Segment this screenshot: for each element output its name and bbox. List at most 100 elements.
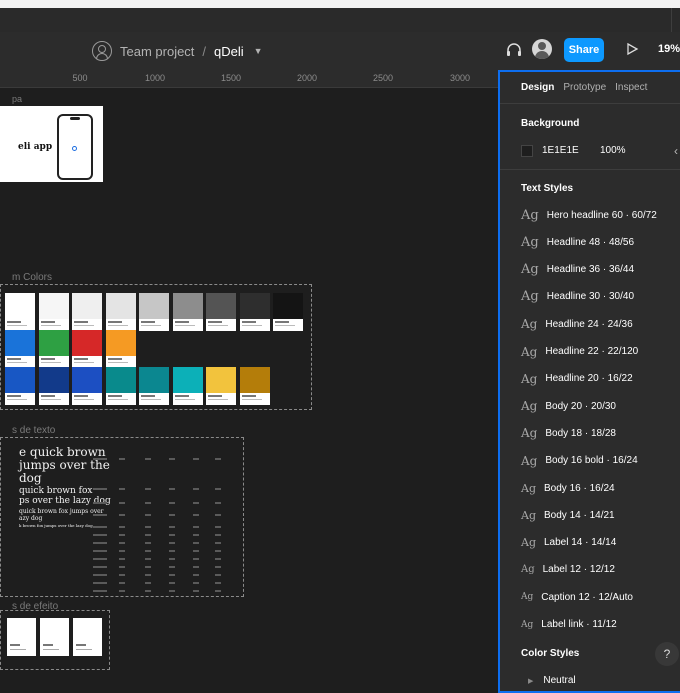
chevron-down-icon[interactable]: ▼	[254, 46, 263, 56]
type-spec-cell	[145, 526, 151, 528]
app-cover-frame[interactable]: eli app	[0, 106, 103, 182]
text-style-item[interactable]: Ag Caption 12 · 12/Auto	[521, 589, 633, 605]
zoom-level[interactable]: 19%	[658, 43, 680, 55]
present-icon[interactable]	[625, 42, 639, 56]
swatch-label-line	[208, 325, 228, 326]
color-swatch-card[interactable]	[38, 367, 69, 405]
type-spec-cell	[215, 502, 221, 504]
share-button[interactable]: Share	[564, 38, 604, 62]
design-canvas[interactable]: pa eli app m Colors s de texto e quick b…	[0, 88, 498, 693]
color-swatch-card[interactable]	[105, 293, 136, 331]
color-swatch-card[interactable]	[239, 367, 270, 405]
text-style-item[interactable]: Ag Body 16 bold · 16/24	[521, 453, 638, 469]
user-avatar[interactable]	[532, 39, 552, 59]
text-style-item[interactable]: Ag Headline 36 · 36/44	[521, 262, 634, 278]
color-swatch-card[interactable]	[5, 293, 35, 331]
color-swatch-card[interactable]	[139, 293, 169, 331]
swatch-label-line	[107, 325, 128, 326]
text-style-name: Headline 22 · 22/120	[545, 346, 639, 357]
tab-inspect[interactable]: Inspect	[615, 82, 647, 93]
text-style-item[interactable]: Ag Body 18 · 18/28	[521, 425, 616, 441]
ruler-tick: 1500	[220, 73, 242, 83]
type-spec-cell	[93, 590, 107, 592]
swatch-label-line	[40, 399, 61, 400]
frame-label-app[interactable]: pa	[12, 94, 22, 104]
text-style-item[interactable]: Ag Label 14 · 14/14	[521, 535, 616, 551]
text-style-preview-icon: Ag	[521, 481, 536, 495]
eye-icon[interactable]: ‹	[674, 144, 678, 158]
color-swatch-fill	[38, 330, 69, 356]
color-swatch-card[interactable]	[206, 293, 236, 331]
project-name[interactable]: Team project	[120, 44, 194, 59]
swatch-label-line	[241, 399, 262, 400]
color-swatch-card[interactable]	[38, 293, 69, 331]
color-swatch-fill	[5, 293, 35, 319]
type-spec-cell	[93, 558, 107, 560]
color-swatch-card[interactable]	[72, 330, 102, 368]
type-spec-cell	[193, 534, 199, 536]
help-button[interactable]: ?	[655, 642, 679, 666]
typography-frame[interactable]: e quick brown jumps over the dog quick b…	[0, 437, 244, 597]
swatch-label-line	[107, 399, 128, 400]
text-style-item[interactable]: Ag Headline 48 · 48/56	[521, 234, 634, 250]
color-swatch-card[interactable]	[72, 293, 102, 331]
file-name[interactable]: qDeli	[214, 44, 244, 59]
color-swatch-card[interactable]	[273, 293, 303, 331]
text-style-item[interactable]: Ag Label link · 11/12	[521, 617, 617, 633]
swatch-label-line	[40, 325, 61, 326]
text-style-preview-icon: Ag	[521, 592, 534, 603]
text-style-preview-icon: Ag	[521, 344, 538, 359]
color-swatch-card[interactable]	[172, 367, 203, 405]
text-style-item[interactable]: Ag Label 12 · 12/12	[521, 562, 615, 578]
color-swatch-card[interactable]	[38, 330, 69, 368]
frame-label-typography[interactable]: s de texto	[12, 425, 55, 436]
text-style-item[interactable]: Ag Body 14 · 14/21	[521, 507, 615, 523]
color-swatch-fill	[139, 293, 169, 319]
text-style-preview-icon: Ag	[521, 234, 539, 250]
swatch-label-line	[208, 399, 228, 400]
tab-prototype[interactable]: Prototype	[563, 82, 606, 93]
type-spec-cell	[169, 534, 175, 536]
text-style-preview-icon: Ag	[521, 619, 534, 630]
color-swatch-card[interactable]	[139, 367, 169, 405]
text-style-item[interactable]: Ag Headline 30 · 30/40	[521, 289, 634, 305]
background-hex-value[interactable]: 1E1E1E	[542, 145, 579, 156]
color-swatch-card[interactable]	[239, 293, 270, 331]
color-swatch-fill	[105, 330, 136, 356]
effects-frame[interactable]	[0, 610, 110, 670]
text-style-preview-icon: Ag	[521, 399, 538, 414]
type-spec-cell	[169, 488, 175, 490]
text-style-item[interactable]: Ag Body 16 · 16/24	[521, 480, 615, 496]
file-breadcrumb[interactable]: Team project / qDeli ▼	[92, 41, 263, 61]
color-swatch-card[interactable]	[5, 330, 35, 368]
text-style-item[interactable]: Ag Body 20 · 20/30	[521, 398, 616, 414]
color-style-group-neutral[interactable]: ▶ Neutral	[528, 675, 576, 686]
color-swatch-card[interactable]	[172, 293, 203, 331]
tab-design[interactable]: Design	[521, 82, 554, 93]
type-spec-cell	[215, 526, 221, 528]
frame-label-colors[interactable]: m Colors	[12, 272, 52, 283]
text-style-item[interactable]: Ag Hero headline 60 · 60/72	[521, 207, 657, 223]
text-style-item[interactable]: Ag Headline 22 · 22/120	[521, 344, 638, 360]
swatch-label-line	[241, 325, 262, 326]
headphones-icon[interactable]	[506, 42, 522, 56]
color-swatch-card[interactable]	[105, 367, 136, 405]
background-opacity[interactable]: 100%	[600, 145, 626, 156]
type-spec-cell	[145, 566, 151, 568]
colors-frame[interactable]	[0, 284, 312, 410]
color-swatch-card[interactable]	[5, 367, 35, 405]
type-spec-cell	[193, 574, 199, 576]
type-spec-cell	[169, 502, 175, 504]
color-swatch-card[interactable]	[206, 367, 236, 405]
type-spec-cell	[145, 502, 151, 504]
swatch-label-line	[208, 395, 222, 397]
color-swatch-card[interactable]	[105, 330, 136, 368]
text-style-name: Hero headline 60 · 60/72	[546, 209, 657, 221]
color-swatch-card[interactable]	[72, 367, 102, 405]
text-style-item[interactable]: Ag Headline 24 · 24/36	[521, 316, 633, 332]
horizontal-ruler: 500 1000 1500 2000 2500 3000	[0, 70, 498, 88]
caret-right-icon[interactable]: ▶	[528, 677, 533, 685]
background-color-swatch[interactable]	[521, 145, 533, 157]
type-spec-cell	[215, 574, 221, 576]
text-style-item[interactable]: Ag Headline 20 · 16/22	[521, 371, 633, 387]
